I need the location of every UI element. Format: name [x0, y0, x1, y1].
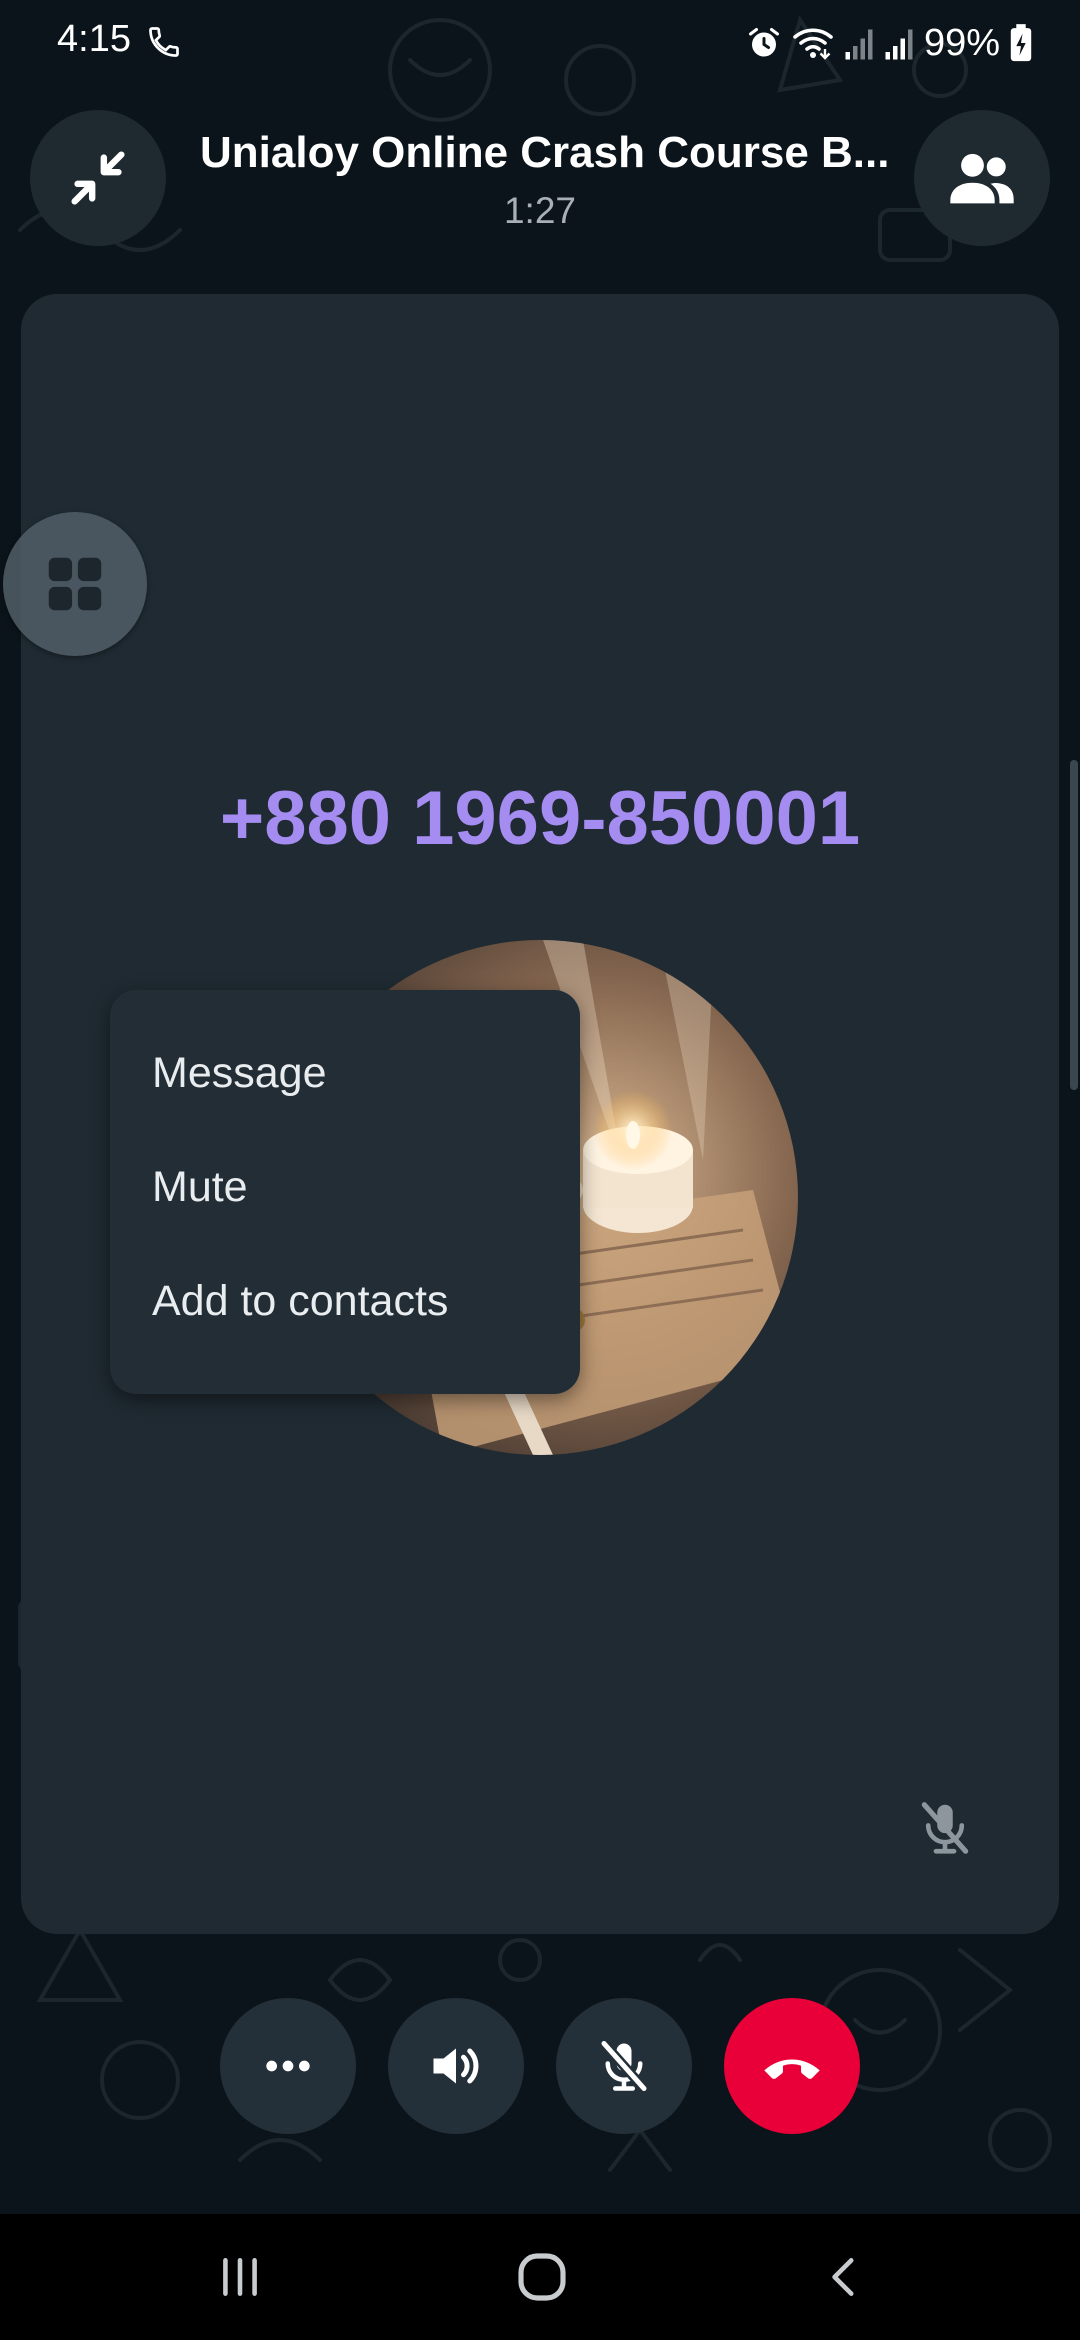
wifi-icon — [793, 28, 833, 60]
back-button[interactable] — [810, 2244, 880, 2310]
home-icon — [518, 2253, 566, 2301]
end-call-button[interactable] — [724, 1998, 860, 2134]
signal-icon — [845, 29, 873, 60]
mic-off-icon — [599, 2038, 649, 2094]
status-bar: 4:15 99% — [0, 0, 1080, 86]
grid-view-button[interactable] — [3, 512, 147, 656]
recent-apps-icon — [223, 2258, 257, 2296]
battery-charging-icon — [1010, 24, 1032, 62]
menu-item-add-to-contacts[interactable]: Add to contacts — [110, 1244, 580, 1358]
participants-button[interactable] — [914, 110, 1050, 246]
phone-call-icon — [149, 27, 179, 57]
speaker-icon — [433, 2048, 479, 2084]
back-icon — [832, 2258, 854, 2296]
status-time: 4:15 — [57, 18, 131, 60]
menu-item-message[interactable]: Message — [110, 1016, 580, 1130]
home-button[interactable] — [507, 2244, 577, 2310]
call-duration: 1:27 — [503, 190, 576, 231]
call-screen: 4:15 99% Unialoy Online Crash Course B..… — [0, 0, 1080, 2340]
scroll-indicator — [1070, 760, 1078, 1090]
speaker-button[interactable] — [388, 1998, 524, 2134]
signal-icon — [885, 29, 913, 60]
alarm-icon — [748, 28, 779, 57]
participant-phone-number: +880 1969-850001 — [219, 776, 861, 861]
more-icon — [266, 2060, 310, 2072]
call-title: Unialoy Online Crash Course B... — [200, 128, 890, 177]
grid-view-icon — [48, 557, 102, 611]
status-icons: 99% — [746, 18, 1032, 68]
minimize-icon — [71, 151, 125, 205]
participants-icon — [950, 153, 1014, 204]
end-call-icon — [764, 2059, 820, 2079]
menu-item-mute[interactable]: Mute — [110, 1130, 580, 1244]
mic-off-icon — [921, 1802, 969, 1854]
more-options-button[interactable] — [220, 1998, 356, 2134]
recent-apps-button[interactable] — [205, 2244, 275, 2310]
participant-context-menu: Message Mute Add to contacts — [110, 990, 580, 1394]
system-navigation-bar — [0, 2214, 1080, 2340]
battery-percent: 99% — [923, 21, 1000, 64]
minimize-call-button[interactable] — [30, 110, 166, 246]
mute-mic-button[interactable] — [556, 1998, 692, 2134]
